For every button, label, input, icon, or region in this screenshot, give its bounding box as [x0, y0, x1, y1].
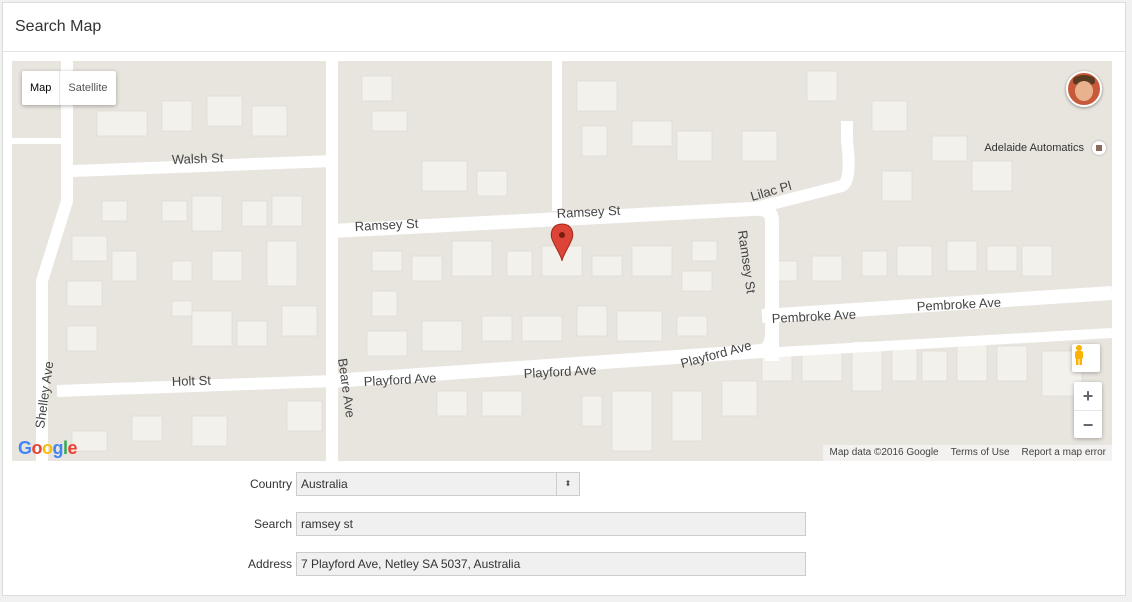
search-input[interactable]: ramsey st — [296, 512, 806, 536]
poi-icon — [1092, 141, 1106, 155]
country-select[interactable]: Australia ⬍ — [296, 472, 580, 496]
map-tiles[interactable]: Walsh St Ramsey St Ramsey St Lilac Pl Ra… — [12, 61, 1112, 461]
country-row: Country Australia ⬍ — [12, 472, 1112, 496]
country-label: Country — [249, 477, 292, 491]
street-label-holt: Holt St — [172, 373, 212, 389]
map-type-control: Map Satellite — [22, 71, 116, 105]
map-data-credit: Map data ©2016 Google — [829, 447, 939, 458]
pegman-icon[interactable] — [1072, 344, 1100, 372]
search-label: Search — [253, 517, 292, 531]
country-select-value: Australia — [301, 477, 348, 491]
google-logo: Google — [18, 438, 78, 458]
poi-marker[interactable]: Adelaide Automatics — [984, 141, 1106, 155]
zoom-in-button[interactable]: + — [1074, 382, 1102, 411]
address-label: Address — [247, 557, 292, 571]
select-arrows-icon: ⬍ — [556, 473, 579, 495]
map-canvas[interactable]: Walsh St Ramsey St Ramsey St Lilac Pl Ra… — [12, 61, 1112, 461]
zoom-control: + − — [1074, 382, 1102, 438]
map-attribution: Map data ©2016 Google Terms of Use Repor… — [823, 445, 1112, 461]
street-label-walsh: Walsh St — [172, 150, 224, 167]
map-type-satellite-button[interactable]: Satellite — [59, 71, 115, 105]
zoom-out-button[interactable]: − — [1074, 411, 1102, 439]
panel-title: Search Map — [3, 3, 1125, 52]
address-row: Address 7 Playford Ave, Netley SA 5037, … — [12, 552, 1112, 576]
user-avatar[interactable] — [1066, 71, 1102, 107]
poi-label: Adelaide Automatics — [984, 142, 1084, 154]
report-map-error-link[interactable]: Report a map error — [1016, 445, 1112, 461]
address-input[interactable]: 7 Playford Ave, Netley SA 5037, Australi… — [296, 552, 806, 576]
search-row: Search ramsey st — [12, 512, 1112, 536]
terms-of-use-link[interactable]: Terms of Use — [945, 445, 1016, 461]
map-type-map-button[interactable]: Map — [22, 71, 59, 105]
